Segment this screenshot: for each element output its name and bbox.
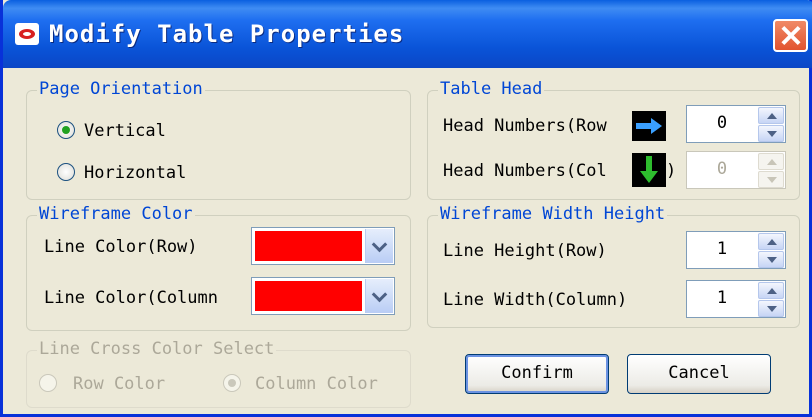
column-color-label[interactable]: Column Color	[255, 374, 378, 394]
wireframe-color-legend: Wireframe Color	[37, 204, 195, 224]
horizontal-radio[interactable]	[57, 163, 75, 181]
confirm-button[interactable]: Confirm	[465, 354, 609, 394]
head-numbers-row-value[interactable]: 0	[687, 113, 757, 133]
arrow-right-icon	[632, 111, 666, 141]
head-numbers-column-label-tail: )	[666, 161, 677, 181]
spin-down-icon[interactable]	[758, 171, 784, 188]
spin-down-icon[interactable]	[758, 125, 784, 142]
horizontal-label[interactable]: Horizontal	[84, 163, 186, 183]
window-title: Modify Table Properties	[49, 20, 405, 48]
title-bar[interactable]: Modify Table Properties	[3, 0, 812, 68]
arrow-down-icon	[632, 153, 666, 187]
spin-down-icon[interactable]	[758, 300, 784, 317]
line-cross-color-group: Line Cross Color Select Row Color Column…	[26, 339, 411, 408]
line-width-column-label: Line Width(Column)	[443, 290, 628, 310]
line-color-row-swatch	[255, 231, 362, 261]
modify-table-properties-dialog: Modify Table Properties Page Orientation…	[0, 0, 812, 417]
spin-up-icon[interactable]	[758, 107, 784, 124]
spin-up-icon[interactable]	[758, 233, 784, 250]
head-numbers-column-stepper[interactable]: 0	[686, 151, 786, 189]
head-numbers-column-label: Head Numbers(Col	[443, 161, 607, 181]
head-numbers-row-stepper[interactable]: 0	[686, 105, 786, 143]
line-width-column-stepper[interactable]: 1	[686, 280, 786, 318]
app-icon	[15, 23, 39, 45]
chevron-down-icon[interactable]	[365, 279, 393, 313]
row-color-radio[interactable]	[39, 374, 57, 392]
head-numbers-column-value[interactable]: 0	[687, 159, 757, 179]
line-height-row-value[interactable]: 1	[687, 239, 757, 259]
page-orientation-group: Page Orientation Vertical Horizontal	[26, 79, 411, 200]
line-color-column-select[interactable]	[251, 277, 395, 315]
spin-up-icon[interactable]	[758, 153, 784, 170]
column-color-radio[interactable]	[223, 374, 241, 392]
wireframe-width-height-legend: Wireframe Width Height	[438, 204, 668, 224]
vertical-label[interactable]: Vertical	[84, 121, 166, 141]
head-numbers-row-label: Head Numbers(Row	[443, 116, 607, 136]
spin-up-icon[interactable]	[758, 282, 784, 299]
vertical-radio[interactable]	[57, 121, 75, 139]
line-height-row-stepper[interactable]: 1	[686, 231, 786, 269]
page-orientation-legend: Page Orientation	[37, 79, 205, 99]
line-color-row-label: Line Color(Row)	[44, 237, 198, 257]
row-color-label[interactable]: Row Color	[73, 374, 165, 394]
close-icon[interactable]	[773, 19, 808, 52]
chevron-down-icon[interactable]	[365, 229, 393, 263]
table-head-legend: Table Head	[438, 79, 545, 99]
wireframe-color-group: Wireframe Color Line Color(Row) Line Col…	[26, 204, 411, 331]
line-width-column-value[interactable]: 1	[687, 288, 757, 308]
line-color-column-swatch	[255, 281, 362, 311]
line-height-row-label: Line Height(Row)	[443, 241, 607, 261]
spin-down-icon[interactable]	[758, 251, 784, 268]
wireframe-width-height-group: Wireframe Width Height Line Height(Row) …	[427, 204, 800, 328]
cancel-button[interactable]: Cancel	[627, 354, 771, 394]
table-head-group: Table Head Head Numbers(Row 0 Head Numbe…	[427, 79, 800, 200]
line-color-row-select[interactable]	[251, 227, 395, 265]
line-color-column-label: Line Color(Column	[44, 288, 218, 308]
line-cross-color-legend: Line Cross Color Select	[37, 339, 277, 359]
